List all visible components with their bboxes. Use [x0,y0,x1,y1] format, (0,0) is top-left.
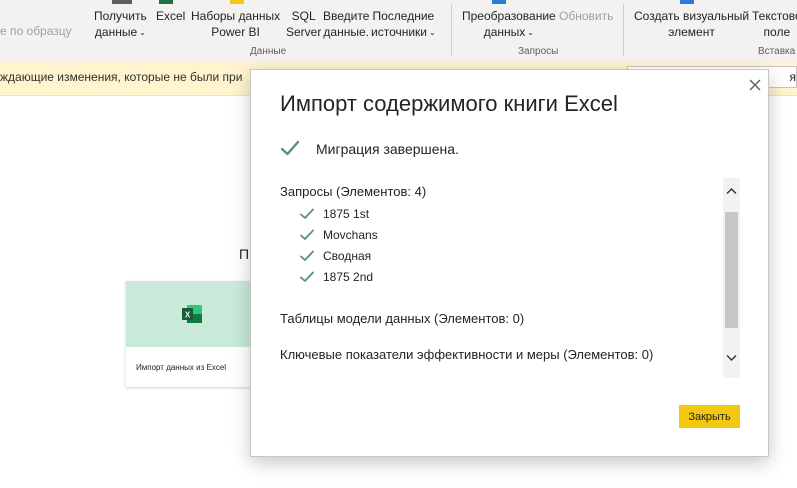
results-list: Запросы (Элементов: 4) 1875 1st Movchans… [280,178,740,378]
check-icon [300,250,314,261]
check-icon [300,271,314,282]
chevron-down-icon: ⌄ [139,28,146,37]
check-icon [300,229,314,240]
powerbi-datasets-label-1: Наборы данных [191,9,281,23]
recent-sources-label-1: Последние [372,9,435,23]
excel-button[interactable]: Excel [156,8,185,24]
sql-label-2: Server [286,25,322,39]
excel-icon: X [182,305,202,323]
canvas-heading: П [239,246,250,262]
scrollbar-thumb[interactable] [725,212,738,328]
transform-label-2-text: данных [483,25,526,39]
tables-header: Таблицы модели данных (Элементов: 0) [280,311,525,326]
card-label: Импорт данных из Excel [136,363,227,372]
group-separator [451,4,452,56]
group-label-data: Данные [250,46,287,57]
transform-label-2: данных ⌄ [462,24,556,41]
queries-header: Запросы (Элементов: 4) [280,184,427,199]
svg-text:X: X [185,311,191,320]
recent-sources-label-2: источники ⌄ [371,24,436,41]
textbox-button[interactable]: Текстово поле [752,8,797,40]
kpi-header: Ключевые показатели эффективности и меры… [280,347,654,362]
recent-sources-label-2-text: источники [371,25,428,39]
excel-icon [159,0,173,4]
close-icon[interactable] [745,75,765,95]
apply-changes-label: я [789,70,797,84]
ribbon: е по образцу Получить данные ⌄ Excel Набо… [0,0,797,62]
dialog-title: Импорт содержимого книги Excel [280,91,618,116]
chevron-up-icon[interactable] [726,186,737,197]
powerbi-datasets-label-2: Power BI [211,25,260,39]
powerbi-datasets-button[interactable]: Наборы данных Power BI [191,8,280,40]
textbox-label-1: Текстово [752,9,797,23]
scrollbar[interactable] [723,178,740,378]
transform-label-1: Преобразование [462,9,556,23]
check-icon [300,208,314,219]
sql-server-button[interactable]: SQL Server [286,8,321,40]
get-data-label-2-text: данные [94,25,138,39]
get-data-button[interactable]: Получить данные ⌄ [94,8,147,41]
format-painter-button[interactable]: е по образцу [0,23,72,39]
pending-changes-text: ждающие изменения, которые не были при [0,70,243,84]
refresh-button[interactable]: Обновить [559,8,613,24]
get-data-label-2: данные ⌄ [94,24,147,41]
recent-sources-button[interactable]: Последние источники ⌄ [371,8,436,41]
transform-data-button[interactable]: Преобразование данных ⌄ [462,8,556,41]
query-name: Movchans [323,228,378,242]
query-name: Сводная [323,249,372,263]
enter-data-label-1: Введите [323,9,370,23]
group-label-insert: Вставка [758,46,796,57]
close-button[interactable]: Закрыть [679,405,740,428]
new-visual-button[interactable]: Создать визуальный элемент [634,8,749,40]
query-name: 1875 2nd [323,270,374,284]
textbox-label-2: поле [763,25,791,39]
chevron-down-icon[interactable] [726,352,737,363]
import-dialog: Импорт содержимого книги Excel Миграция … [250,69,769,457]
chevron-down-icon: ⌄ [429,28,436,37]
visual-label-1: Создать визуальный [634,9,750,23]
powerbi-icon [230,0,244,4]
group-label-queries: Запросы [518,46,559,57]
card-header: X [126,281,256,347]
query-name: 1875 1st [323,207,370,221]
enter-data-label-2: данные. [323,25,369,39]
check-icon [280,140,300,156]
enter-data-button[interactable]: Введите данные. [323,8,369,40]
transform-icon [492,0,506,4]
sql-label-1: SQL [291,9,316,23]
import-excel-card[interactable]: X Импорт данных из Excel [126,281,256,387]
status-text: Миграция завершена. [316,141,459,157]
chevron-down-icon: ⌄ [527,28,534,37]
get-data-label-1: Получить [94,9,147,23]
visual-icon [680,0,694,4]
visual-label-2: элемент [668,25,715,39]
get-data-icon [112,0,132,4]
group-separator [623,4,624,56]
